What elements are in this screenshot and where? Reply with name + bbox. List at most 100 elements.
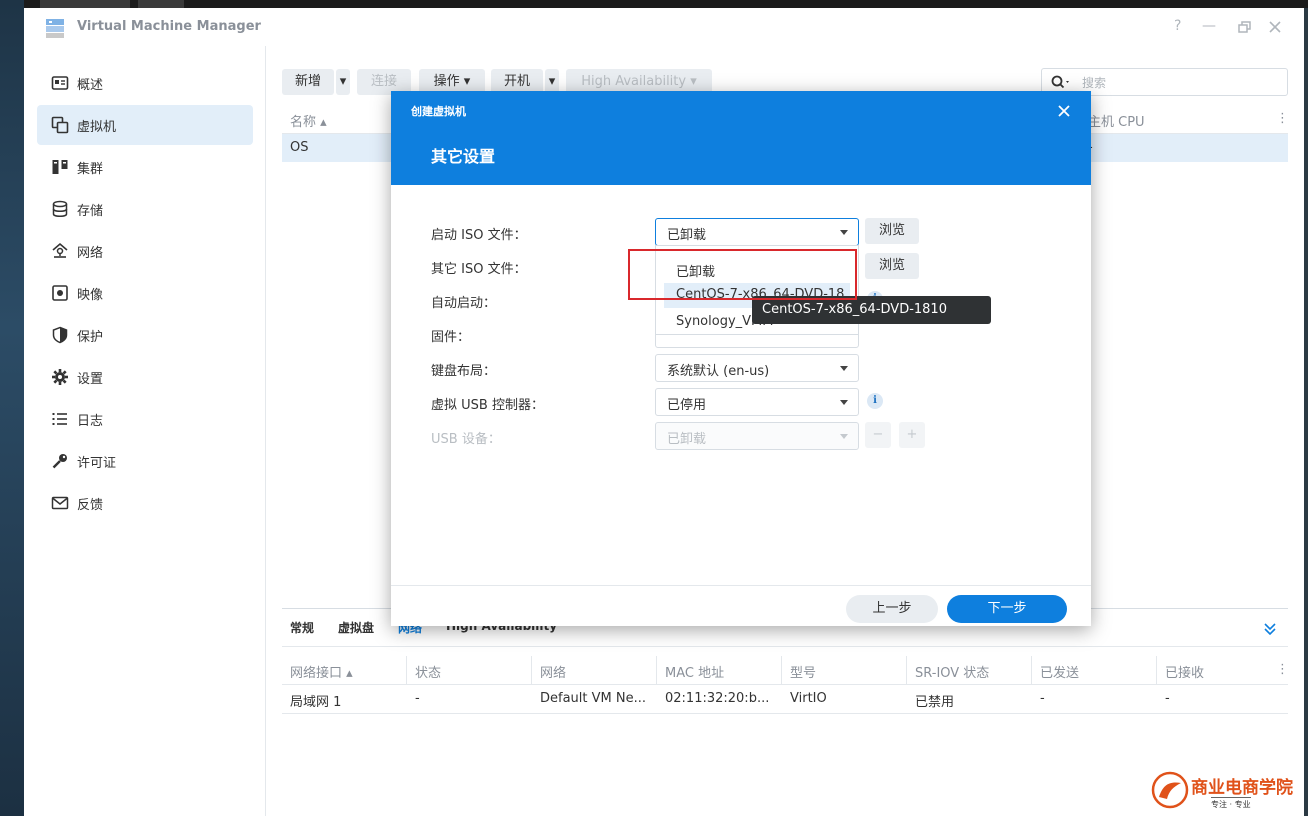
sidebar-item-label: 设置 <box>77 372 104 387</box>
minimize-icon[interactable]: — <box>1202 18 1216 34</box>
column-header-interface[interactable]: 网络接口 ▴ <box>290 662 353 681</box>
image-icon <box>52 285 68 301</box>
sidebar-item-label: 虚拟机 <box>77 120 117 135</box>
sidebar-item-log[interactable]: 日志 <box>37 399 253 439</box>
column-header-sent[interactable]: 已发送 <box>1040 662 1079 681</box>
column-divider <box>1156 656 1157 684</box>
column-divider <box>656 656 657 684</box>
gear-icon <box>52 369 68 385</box>
column-header-model[interactable]: 型号 <box>790 662 816 681</box>
column-header-sriov[interactable]: SR-IOV 状态 <box>915 662 989 681</box>
column-menu-icon[interactable]: ⋮ <box>1276 111 1289 126</box>
table-cell: Default VM Ne... <box>540 691 646 706</box>
usb-controller-select[interactable]: 已停用 <box>655 388 859 416</box>
usb-controller-value: 已停用 <box>667 398 707 413</box>
highlight-box <box>628 249 857 300</box>
action-label: 操作 <box>433 74 460 89</box>
sidebar-item-label: 存储 <box>77 204 104 219</box>
firmware-label: 固件： <box>431 330 471 345</box>
watermark-name: 商业电商学院 <box>1191 778 1293 798</box>
table-cell: 局域网 1 <box>290 695 342 710</box>
keyboard-layout-value: 系统默认 (en-us) <box>667 364 770 379</box>
sidebar-item-vm[interactable]: 虚拟机 <box>37 105 253 145</box>
sidebar-item-feedback[interactable]: 反馈 <box>37 483 253 523</box>
browse-boot-iso-button[interactable]: 浏览 <box>865 218 919 244</box>
storage-icon <box>52 200 68 217</box>
sidebar-item-cluster[interactable]: 集群 <box>37 147 253 187</box>
column-menu-icon[interactable]: ⋮ <box>1276 662 1289 677</box>
remove-usb-button[interactable]: − <box>865 422 891 448</box>
vmm-window: Virtual Machine Manager ? — 概述 虚拟机 集群 存储 <box>24 8 1304 816</box>
column-header-label: 网络接口 <box>290 666 343 681</box>
sidebar-item-storage[interactable]: 存储 <box>37 189 253 229</box>
previous-button[interactable]: 上一步 <box>846 595 938 623</box>
sidebar-item-label: 保护 <box>77 330 104 345</box>
logo-icon <box>1151 771 1189 809</box>
close-icon[interactable] <box>1269 21 1281 33</box>
boot-iso-select[interactable]: 已卸载 <box>655 218 859 246</box>
column-divider <box>781 656 782 684</box>
title-bar: Virtual Machine Manager ? — <box>24 8 1304 46</box>
dialog-header: 创建虚拟机 其它设置 <box>391 91 1091 185</box>
column-header-network[interactable]: 网络 <box>540 662 566 681</box>
restore-icon[interactable] <box>1238 21 1252 33</box>
column-divider <box>531 656 532 684</box>
sidebar: 概述 虚拟机 集群 存储 网络 映像 保护 设置 日志 许可证 反馈 <box>24 46 266 816</box>
column-header-mac[interactable]: MAC 地址 <box>665 662 724 681</box>
column-header-received[interactable]: 已接收 <box>1165 662 1204 681</box>
tab-virtual-disk[interactable]: 虚拟盘 <box>338 619 374 636</box>
tab-general[interactable]: 常规 <box>290 619 314 636</box>
divider <box>282 684 1288 685</box>
column-header-name[interactable]: 名称 ▴ <box>290 111 327 130</box>
search-icon <box>1051 75 1069 89</box>
shield-icon <box>52 326 68 344</box>
info-icon[interactable]: i <box>867 393 883 409</box>
sidebar-item-overview[interactable]: 概述 <box>37 63 253 103</box>
column-divider <box>906 656 907 684</box>
table-cell: - <box>1165 691 1170 706</box>
collapse-icon[interactable] <box>1263 621 1277 635</box>
ha-label: High Availability <box>581 74 687 89</box>
usb-device-select[interactable]: 已卸载 <box>655 422 859 450</box>
mail-icon <box>51 496 69 510</box>
watermark-logo: 商业电商学院 专注 · 专业 <box>1151 771 1301 811</box>
table-cell: 02:11:32:20:b... <box>665 691 770 706</box>
next-button[interactable]: 下一步 <box>947 595 1067 623</box>
sidebar-item-settings[interactable]: 设置 <box>37 357 253 397</box>
chevron-down-icon <box>840 400 848 405</box>
new-dropdown-button[interactable]: ▾ <box>336 69 350 95</box>
keyboard-layout-select[interactable]: 系统默认 (en-us) <box>655 354 859 382</box>
sidebar-item-network[interactable]: 网络 <box>37 231 253 271</box>
column-header-host-cpu[interactable]: 主机 CPU <box>1088 111 1145 130</box>
sidebar-item-label: 映像 <box>77 288 104 303</box>
sidebar-item-license[interactable]: 许可证 <box>37 441 253 481</box>
taskbar-tab[interactable] <box>138 0 184 8</box>
column-header-label: 名称 <box>290 115 317 130</box>
tooltip-text: CentOS-7-x86_64-DVD-1810 <box>752 296 991 324</box>
new-button[interactable]: 新增 <box>282 69 334 95</box>
close-icon[interactable] <box>1058 105 1070 117</box>
usb-device-value: 已卸载 <box>667 432 707 447</box>
boot-iso-value: 已卸载 <box>667 228 707 243</box>
table-cell: 已禁用 <box>915 695 955 710</box>
sidebar-item-label: 日志 <box>77 414 104 429</box>
table-cell: VirtIO <box>790 691 827 706</box>
vm-icon <box>51 116 69 134</box>
question-icon[interactable]: ? <box>1174 18 1181 34</box>
sidebar-item-protection[interactable]: 保护 <box>37 315 253 355</box>
list-icon <box>52 413 67 425</box>
column-header-status[interactable]: 状态 <box>415 662 441 681</box>
tooltip: CentOS-7-x86_64-DVD-1810 <box>752 296 991 330</box>
sidebar-item-image[interactable]: 映像 <box>37 273 253 313</box>
dialog-caption: 创建虚拟机 <box>411 105 466 118</box>
watermark-tagline: 专注 · 专业 <box>1211 797 1251 810</box>
divider <box>282 713 1288 714</box>
window-title: Virtual Machine Manager <box>77 19 261 34</box>
browse-other-iso-button[interactable]: 浏览 <box>865 253 919 279</box>
taskbar-tab[interactable] <box>40 0 130 8</box>
autostart-label: 自动启动： <box>431 296 497 311</box>
sidebar-item-label: 网络 <box>77 246 104 261</box>
desktop-background <box>0 0 24 816</box>
vm-name-cell: OS <box>290 140 309 155</box>
add-usb-button[interactable]: + <box>899 422 925 448</box>
